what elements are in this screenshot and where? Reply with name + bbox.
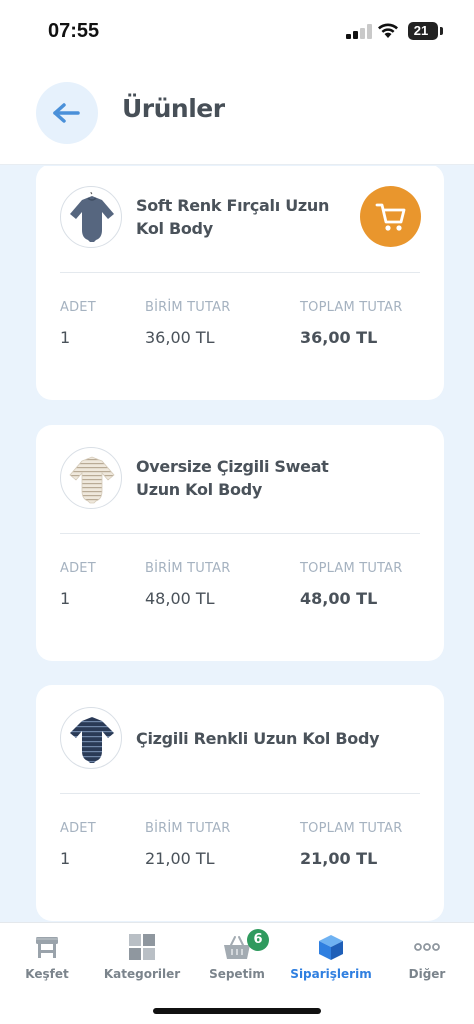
more-dots-icon [414,943,440,951]
wifi-icon [378,23,398,38]
quantity-label: ADET [60,821,96,836]
product-name[interactable]: Soft Renk Fırçalı Uzun Kol Body [136,194,346,240]
quantity-label: ADET [60,300,96,315]
cart-icon [375,203,406,231]
unit-price-value: 36,00 TL [145,328,215,347]
unit-price-label: BİRİM TUTAR [145,300,231,315]
tab-siparislerim[interactable]: Siparişlerim [288,923,374,993]
bodysuit-icon [70,717,114,763]
unit-price-label: BİRİM TUTAR [145,561,231,576]
unit-price-label: BİRİM TUTAR [145,821,231,836]
battery-tip [440,27,443,35]
page-title: Ürünler [122,94,225,123]
product-image[interactable] [60,707,122,769]
total-price-value: 21,00 TL [300,849,378,868]
cart-count-badge: 6 [247,929,269,951]
total-price-value: 48,00 TL [300,589,378,608]
product-card: Oversize Çizgili Sweat Uzun Kol Body ADE… [36,425,444,661]
header: Ürünler [0,62,474,165]
divider [60,272,420,273]
grid-icon [129,934,155,960]
product-card: Çizgili Renkli Uzun Kol Body ADET BİRİM … [36,685,444,921]
quantity-value: 1 [60,849,71,868]
unit-price-value: 48,00 TL [145,589,215,608]
divider [60,793,420,794]
tab-kategoriler[interactable]: Kategoriler [98,923,186,993]
quantity-label: ADET [60,561,96,576]
bodysuit-icon [70,192,114,242]
product-list[interactable]: Soft Renk Fırçalı Uzun Kol Body ADET BİR… [0,166,474,922]
battery-level: 21 [413,23,429,38]
battery-icon: 21 [408,22,438,40]
product-image[interactable] [60,186,122,248]
total-price-label: TOPLAM TUTAR [300,300,403,315]
tab-diger[interactable]: Diğer [388,923,466,993]
storefront-icon [36,937,58,958]
status-bar: 07:55 21 [0,0,474,62]
cellular-signal-icon [346,23,372,39]
product-name[interactable]: Oversize Çizgili Sweat Uzun Kol Body [136,455,346,501]
arrow-left-icon [53,103,80,123]
tab-kesfet[interactable]: Keşfet [8,923,86,993]
tab-label: Siparişlerim [290,967,372,981]
tab-label: Diğer [408,967,446,981]
product-name[interactable]: Çizgili Renkli Uzun Kol Body [136,727,416,750]
product-card: Soft Renk Fırçalı Uzun Kol Body ADET BİR… [36,166,444,400]
tab-label: Sepetim [209,967,265,981]
tab-label: Keşfet [25,967,69,981]
quantity-value: 1 [60,328,71,347]
home-indicator [153,1008,321,1014]
tab-label: Kategoriler [103,967,181,981]
quantity-value: 1 [60,589,71,608]
status-time: 07:55 [48,20,100,42]
box-icon [319,935,343,960]
total-price-value: 36,00 TL [300,328,378,347]
back-button[interactable] [36,82,98,144]
add-to-cart-button[interactable] [360,186,421,247]
unit-price-value: 21,00 TL [145,849,215,868]
total-price-label: TOPLAM TUTAR [300,561,403,576]
product-image[interactable] [60,447,122,509]
bodysuit-icon [69,456,115,504]
total-price-label: TOPLAM TUTAR [300,821,403,836]
divider [60,533,420,534]
